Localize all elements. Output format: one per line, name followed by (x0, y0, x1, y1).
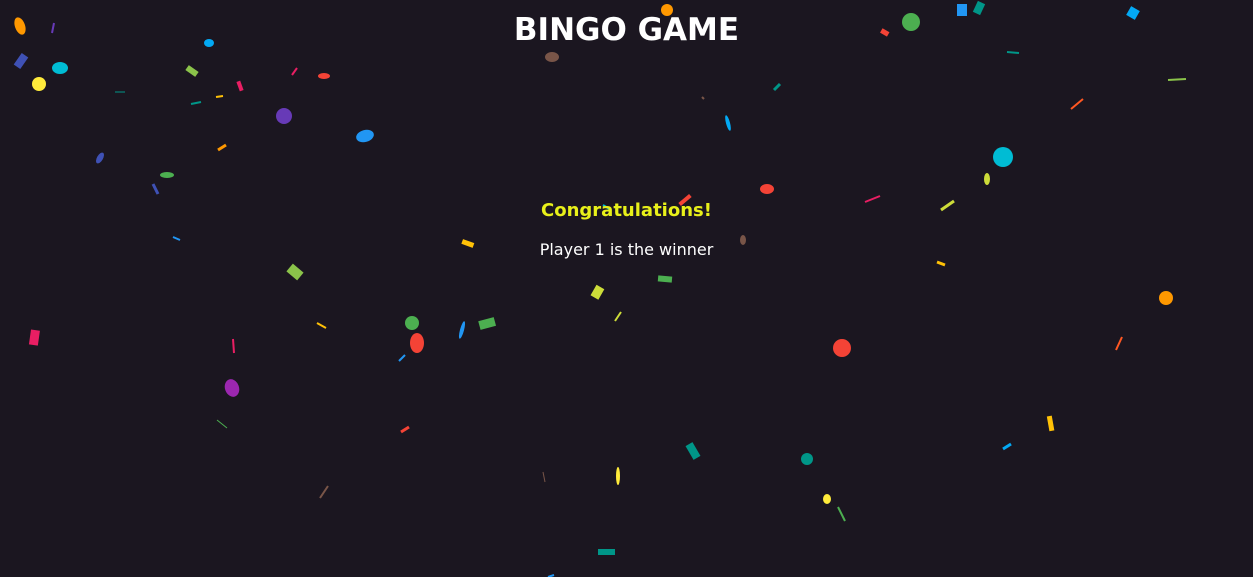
confetti-piece (410, 333, 424, 353)
confetti-piece (319, 485, 329, 499)
confetti-piece (1070, 98, 1084, 110)
confetti-piece (286, 263, 304, 281)
confetti-piece (190, 101, 202, 105)
confetti-piece (1115, 336, 1123, 351)
confetti-piece (984, 173, 990, 185)
confetti-piece (657, 275, 673, 283)
congratulations-heading: Congratulations! (541, 200, 712, 221)
confetti-piece (216, 419, 228, 429)
confetti-layer (13, 0, 1187, 577)
confetti-piece (1167, 78, 1187, 81)
confetti-piece (398, 354, 406, 362)
confetti-piece (542, 471, 546, 483)
confetti-piece (458, 321, 466, 339)
confetti-piece (32, 77, 46, 91)
confetti-piece (1002, 442, 1012, 451)
confetti-piece (936, 260, 946, 267)
confetti-piece (833, 339, 851, 357)
confetti-piece (685, 442, 701, 460)
confetti-piece (590, 284, 605, 300)
page-title: BINGO GAME (513, 12, 740, 48)
confetti-piece (28, 329, 40, 346)
confetti-piece (356, 129, 374, 143)
confetti-piece (400, 425, 410, 434)
confetti-piece (993, 147, 1013, 167)
confetti-piece (725, 115, 731, 131)
confetti-piece (701, 96, 705, 100)
confetti-piece (760, 184, 774, 194)
confetti-piece (160, 172, 174, 178)
confetti-piece (236, 80, 244, 92)
winner-message: Player 1 is the winner (539, 240, 714, 259)
confetti-piece (545, 52, 559, 62)
confetti-piece (1159, 291, 1173, 305)
confetti-piece (151, 183, 160, 195)
confetti-piece (598, 549, 615, 555)
confetti-piece (96, 152, 104, 164)
confetti-piece (13, 52, 29, 70)
confetti-piece (217, 143, 227, 152)
confetti-piece (801, 453, 813, 465)
confetti-piece (823, 494, 831, 504)
confetti-piece (1046, 415, 1055, 432)
confetti-piece (185, 65, 199, 77)
confetti-piece (224, 379, 240, 397)
confetti-piece (276, 108, 292, 124)
confetti-piece (316, 322, 327, 329)
confetti-piece (232, 338, 235, 354)
confetti-piece (772, 82, 782, 92)
confetti-piece (614, 311, 622, 322)
confetti-piece (405, 316, 419, 330)
confetti-piece (837, 506, 846, 522)
confetti-piece (318, 73, 330, 79)
confetti-piece (52, 62, 68, 74)
confetti-piece (215, 95, 224, 98)
game-screen: BINGO GAME Congratulations! Player 1 is … (0, 0, 1253, 577)
confetti-piece (478, 317, 497, 330)
confetti-piece (1006, 51, 1020, 54)
confetti-piece (616, 467, 620, 485)
confetti-piece (291, 67, 298, 76)
